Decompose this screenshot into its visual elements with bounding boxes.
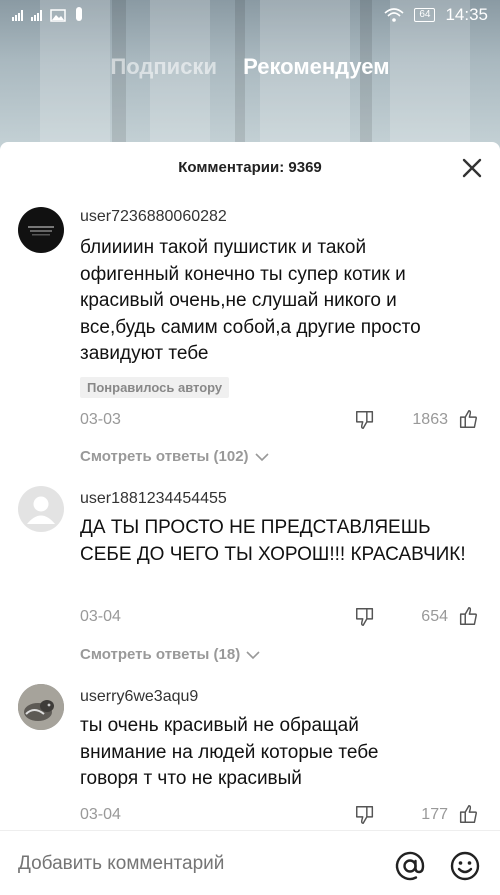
like-count: 654 [421, 608, 448, 625]
like-count: 177 [421, 806, 448, 823]
dislike-icon[interactable] [354, 804, 376, 826]
comment-date: 03-04 [80, 806, 121, 823]
view-replies-label: Смотреть ответы (102) [80, 448, 249, 465]
view-replies-button[interactable]: Смотреть ответы (18) [80, 646, 260, 663]
view-replies-label: Смотреть ответы (18) [80, 646, 241, 663]
comment-text: блиииин такой пушистик и такой офигенный… [80, 237, 421, 364]
avatar[interactable] [18, 207, 64, 253]
like-icon[interactable] [456, 605, 480, 627]
like-icon[interactable] [456, 803, 480, 825]
view-replies-button[interactable]: Смотреть ответы (102) [80, 448, 269, 465]
feed-tabs: Подписки Рекомендуем [0, 54, 500, 80]
clock: 14:35 [445, 5, 488, 24]
comment-text: ДА ТЫ ПРОСТО НЕ ПРЕДСТАВЛЯЕШЬ СЕБЕ ДО ЧЕ… [80, 517, 466, 565]
dislike-icon[interactable] [354, 409, 376, 431]
emoji-icon[interactable] [449, 850, 481, 882]
like-count: 1863 [412, 411, 448, 428]
comment-username[interactable]: user1881234454455 [80, 490, 227, 508]
avatar[interactable] [18, 486, 64, 532]
tab-for-you[interactable]: Рекомендуем [243, 54, 389, 80]
chevron-down-icon [246, 651, 260, 660]
signal-icon-2 [31, 9, 42, 21]
notification-icon [76, 7, 82, 21]
avatar[interactable] [18, 684, 64, 730]
comment-input-bar [0, 830, 500, 895]
image-icon [50, 8, 66, 22]
battery-icon: 64 [414, 8, 436, 22]
at-icon[interactable] [394, 850, 426, 882]
dislike-icon[interactable] [354, 606, 376, 628]
close-icon[interactable] [460, 156, 484, 180]
status-bar: 64 14:35 [0, 0, 500, 30]
sheet-header: Комментарии: 9369 [0, 142, 500, 194]
comment-date: 03-04 [80, 608, 121, 625]
comments-title: Комментарии: 9369 [178, 159, 322, 176]
comment-date: 03-03 [80, 411, 121, 428]
wifi-icon [384, 8, 404, 22]
comment-text: ты очень красивый не обращай внимание на… [80, 715, 379, 789]
signal-icon [12, 9, 23, 21]
like-icon[interactable] [456, 408, 480, 430]
comment-username[interactable]: userry6we3aqu9 [80, 688, 198, 706]
liked-by-author-badge: Понравилось автору [80, 377, 230, 398]
chevron-down-icon [255, 453, 269, 462]
tab-following[interactable]: Подписки [110, 54, 217, 80]
comment-username[interactable]: user7236880060282 [80, 208, 227, 226]
comment-input[interactable] [18, 853, 358, 875]
